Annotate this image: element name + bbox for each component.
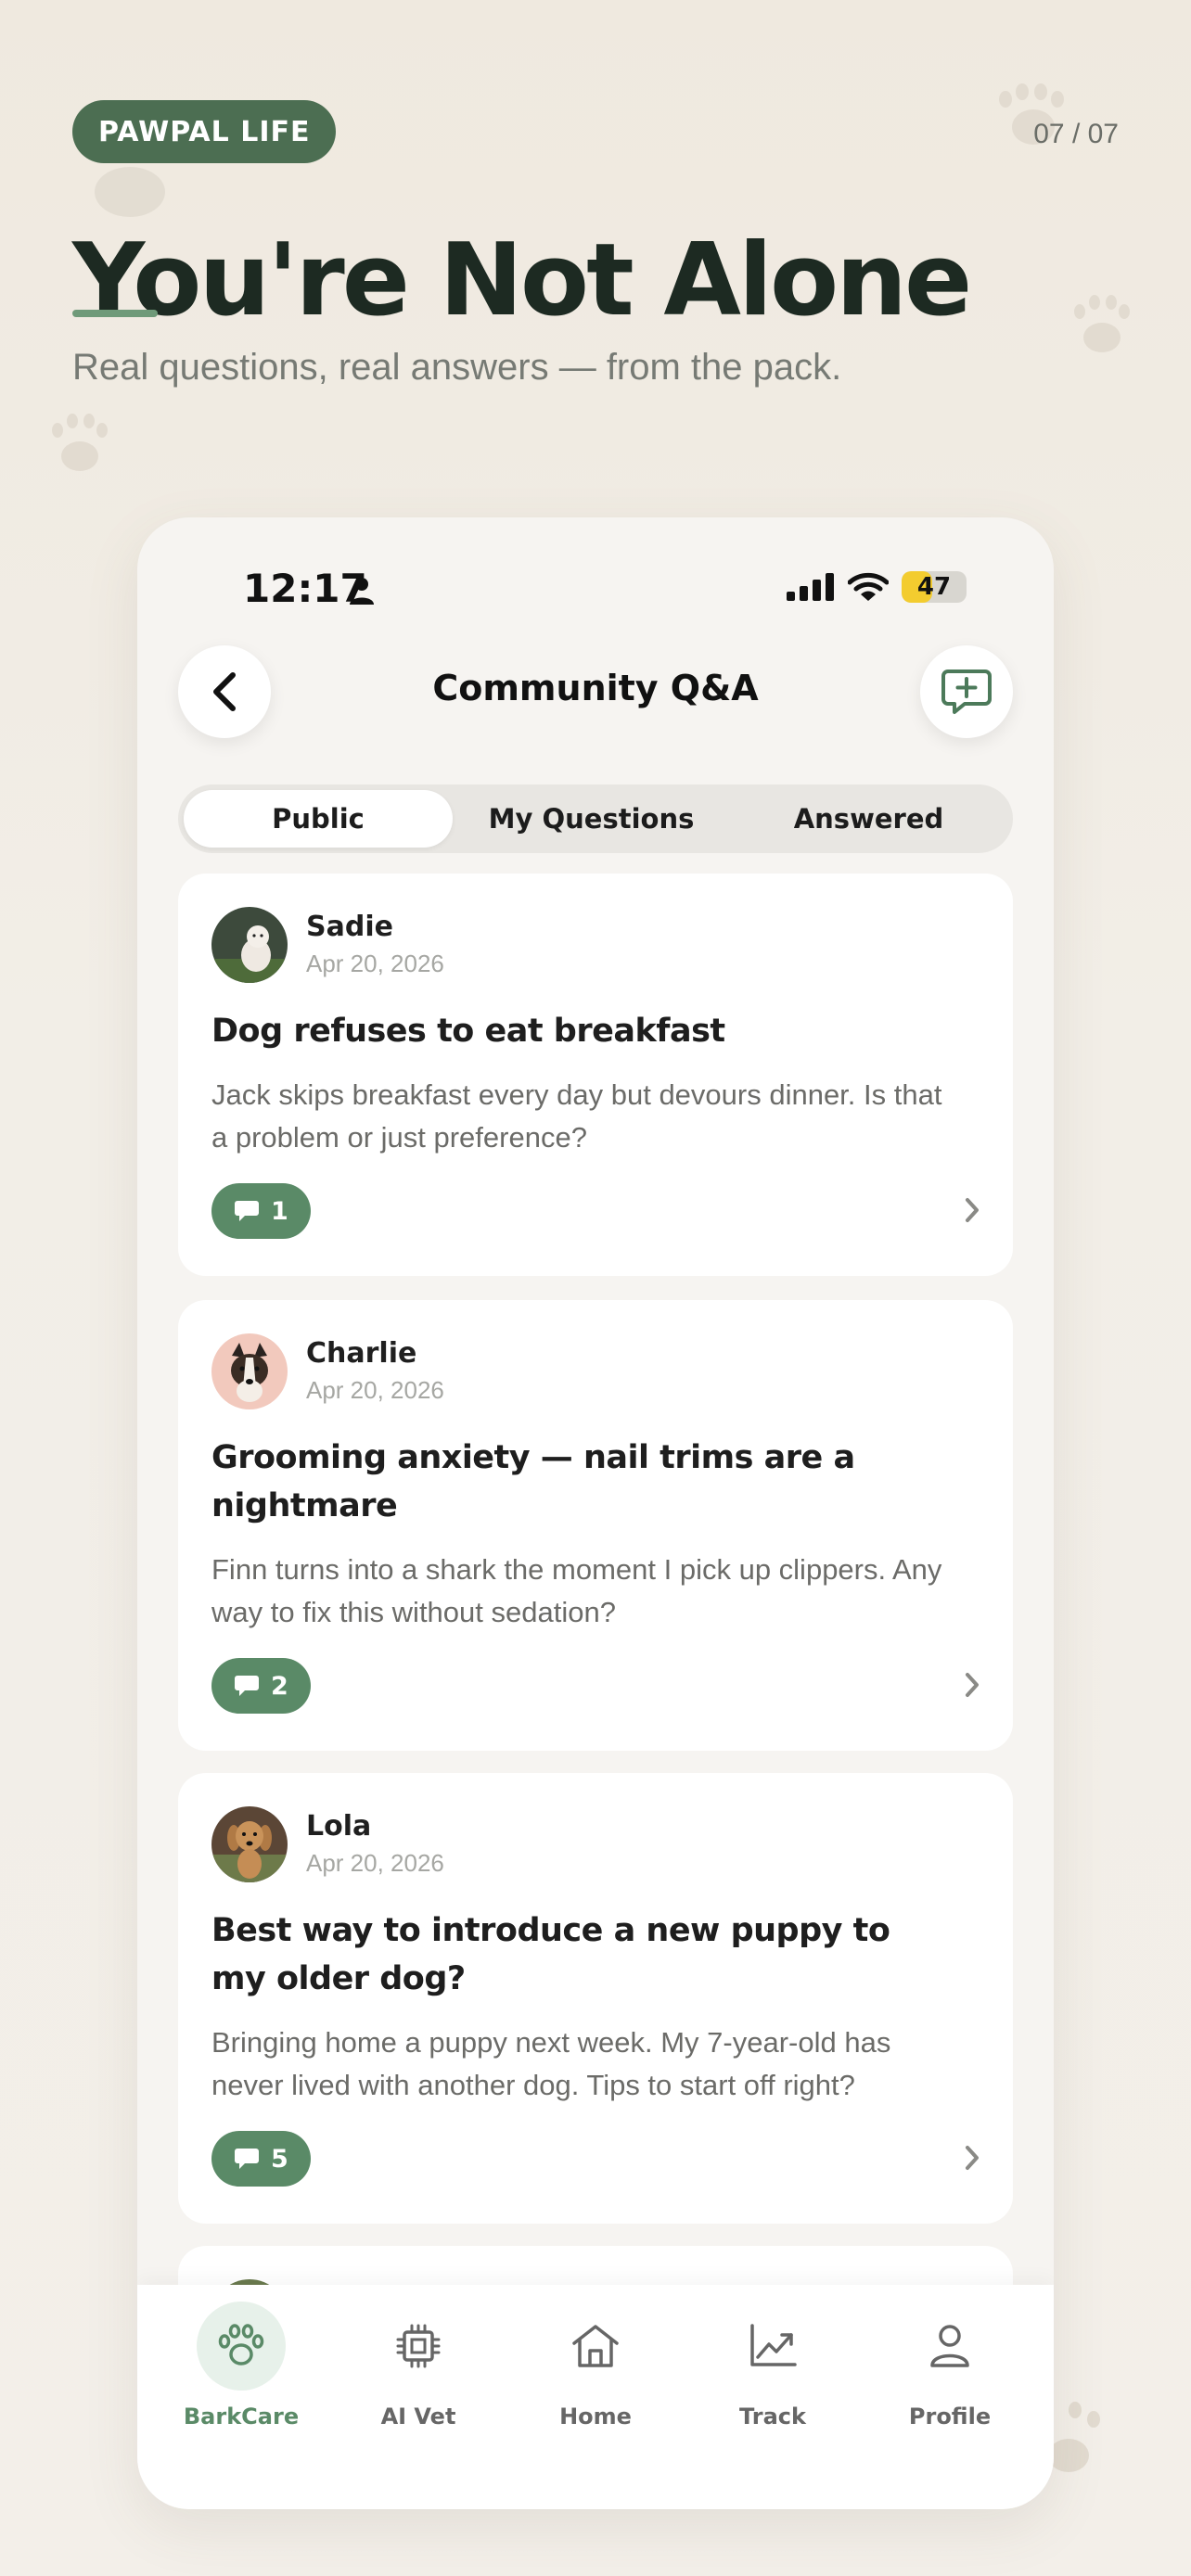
tabbar-label: BarkCare — [183, 2404, 300, 2429]
reply-count-badge: 2 — [211, 1658, 311, 1714]
post-date: Apr 20, 2026 — [306, 1376, 444, 1404]
badge-shadow-decoration — [95, 167, 165, 217]
author-name: Sadie — [306, 911, 393, 943]
question-body: Bringing home a puppy next week. My 7-ye… — [211, 2026, 891, 2101]
phone-screen: 12:17 47 Community Q&A Public My Questio… — [137, 517, 1054, 2509]
author-name: Charlie — [306, 1337, 417, 1370]
tabbar-item-home[interactable]: Home — [512, 2302, 679, 2459]
reply-count: 2 — [271, 1671, 288, 1701]
tabbar-item-profile[interactable]: Profile — [866, 2302, 1033, 2459]
post-date: Apr 20, 2026 — [306, 1849, 444, 1877]
brand-badge: PAWPAL LIFE — [72, 100, 337, 163]
message-plus-icon — [941, 670, 992, 714]
author-name: Lola — [306, 1810, 372, 1843]
reply-count-badge: 1 — [211, 1183, 311, 1239]
home-icon — [551, 2302, 640, 2391]
segmented-tabs: Public My Questions Answered — [178, 784, 1013, 853]
bottom-tab-bar: BarkCare AI Vet Home Track Profile — [137, 2285, 1054, 2509]
question-card[interactable]: Charlie Apr 20, 2026 Grooming anxiety — … — [178, 1300, 1013, 1751]
headline-underline — [72, 310, 158, 317]
tabbar-item-track[interactable]: Track — [689, 2302, 856, 2459]
person-icon — [905, 2302, 994, 2391]
comment-icon — [235, 2149, 259, 2169]
question-title: Dog refuses to eat breakfast — [211, 1013, 725, 1050]
tabbar-item-ai-vet[interactable]: AI Vet — [335, 2302, 502, 2459]
person-status-icon — [350, 578, 374, 605]
tab-answered[interactable]: Answered — [730, 790, 1007, 848]
comment-icon — [235, 1201, 259, 1221]
chevron-right-icon — [966, 2146, 979, 2170]
battery-percent: 47 — [916, 573, 952, 601]
comment-icon — [235, 1676, 259, 1696]
paw-icon — [197, 2302, 286, 2391]
chevron-right-icon — [966, 1198, 979, 1222]
chart-icon — [728, 2302, 817, 2391]
question-card[interactable]: Lola Apr 20, 2026 Best way to introduce … — [178, 1773, 1013, 2224]
tabbar-label: Profile — [908, 2404, 992, 2429]
reply-count: 1 — [271, 1196, 288, 1226]
tab-public[interactable]: Public — [184, 790, 453, 848]
wifi-icon — [848, 572, 889, 601]
battery-indicator: 47 — [902, 571, 967, 603]
cellular-signal-icon — [787, 573, 834, 601]
chevron-right-icon — [966, 1673, 979, 1697]
reply-count-badge: 5 — [211, 2131, 311, 2187]
avatar — [211, 1333, 288, 1409]
avatar — [211, 907, 288, 983]
tab-my-questions[interactable]: My Questions — [453, 790, 730, 848]
question-title: Grooming anxiety — nail trims are a nigh… — [211, 1439, 855, 1524]
question-title: Best way to introduce a new puppy to my … — [211, 1912, 890, 1997]
headline: You're Not Alone — [72, 223, 972, 338]
status-bar: 12:17 47 — [137, 564, 1054, 619]
question-body: Finn turns into a shark the moment I pic… — [211, 1553, 942, 1628]
tabbar-label: Home — [559, 2404, 632, 2429]
ask-question-button[interactable] — [920, 645, 1013, 738]
question-body: Jack skips breakfast every day but devou… — [211, 1078, 942, 1154]
reply-count: 5 — [271, 2144, 288, 2174]
chip-icon — [374, 2302, 463, 2391]
subheadline: Real questions, real answers — from the … — [72, 347, 842, 388]
page-indicator: 07 / 07 — [1033, 119, 1119, 149]
post-date: Apr 20, 2026 — [306, 950, 444, 977]
tabbar-item-barkcare[interactable]: BarkCare — [158, 2302, 325, 2459]
avatar — [211, 1806, 288, 1882]
tabbar-label: AI Vet — [380, 2404, 456, 2429]
page-title: Community Q&A — [432, 668, 759, 708]
tabbar-label: Track — [739, 2404, 806, 2429]
question-card[interactable]: Sadie Apr 20, 2026 Dog refuses to eat br… — [178, 874, 1013, 1276]
